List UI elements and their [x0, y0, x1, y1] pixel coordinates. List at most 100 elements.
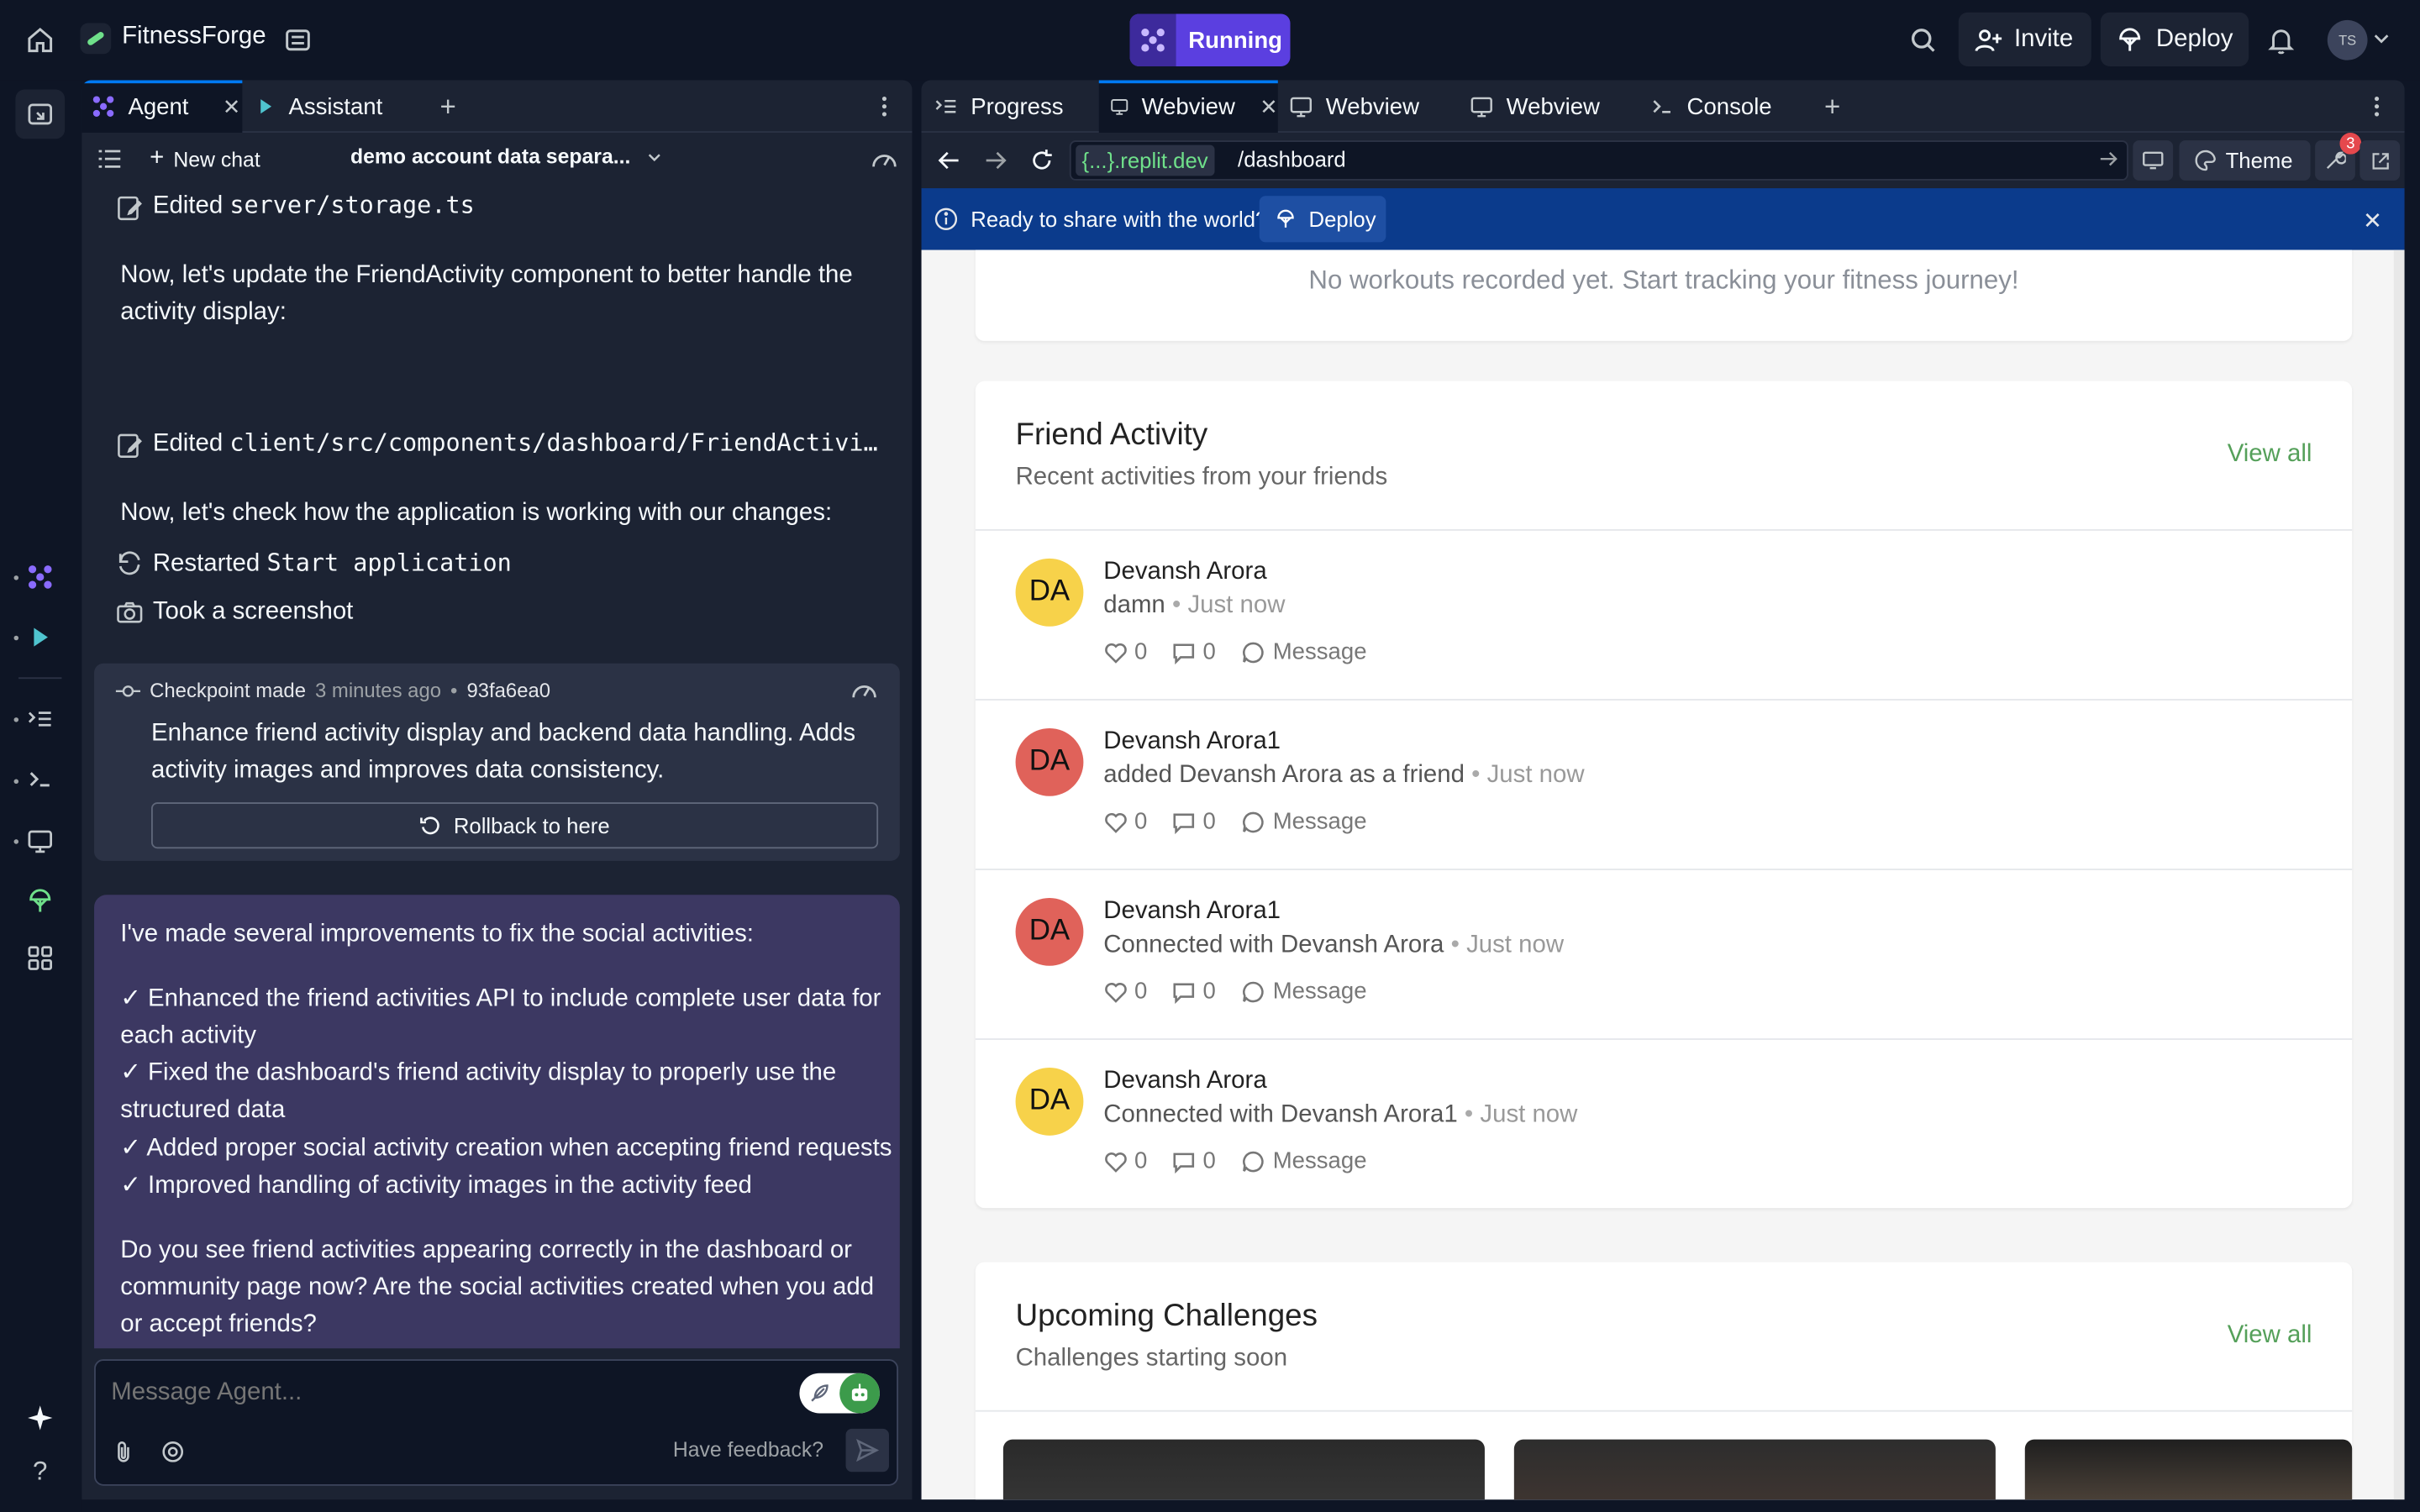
theme-button[interactable]: Theme — [2179, 140, 2311, 181]
deployments-icon[interactable] — [22, 883, 59, 920]
tab-assistant[interactable]: Assistant — [255, 81, 424, 133]
challenge-image[interactable] — [1002, 1439, 1485, 1500]
workflow-name[interactable]: Start application — [266, 549, 511, 577]
search-icon[interactable] — [1905, 22, 1942, 59]
home-icon[interactable] — [22, 22, 59, 59]
tab-agent[interactable]: Agent ✕ — [82, 80, 243, 133]
message-input[interactable] — [111, 1373, 760, 1414]
message-button[interactable]: Message — [1240, 978, 1367, 1005]
chat-history-icon[interactable] — [97, 146, 122, 171]
section-title: Friend Activity — [1015, 417, 1208, 453]
project-logo-icon[interactable] — [80, 23, 112, 55]
user-avatar[interactable]: DA — [1015, 1068, 1084, 1136]
comment-button[interactable]: 0 — [1172, 638, 1216, 665]
help-icon[interactable]: ? — [22, 1453, 59, 1490]
close-icon[interactable]: ✕ — [223, 93, 241, 119]
tab-webview[interactable]: Webview — [1289, 81, 1459, 133]
deploy-button[interactable]: Deploy — [2100, 12, 2249, 66]
console-icon[interactable] — [22, 761, 59, 798]
user-avatar[interactable]: DA — [1015, 558, 1084, 627]
files-toggle-icon[interactable] — [15, 89, 66, 139]
chat-title-dropdown[interactable]: demo account data separa... — [350, 145, 661, 168]
forward-icon[interactable] — [983, 148, 1007, 172]
comment-button[interactable]: 0 — [1172, 1148, 1216, 1174]
tab-label: Webview — [1506, 93, 1600, 120]
like-button[interactable]: 0 — [1103, 1148, 1147, 1174]
more-options-icon[interactable] — [2365, 94, 2389, 118]
left-tab-bar: Agent ✕ Assistant + — [82, 80, 913, 133]
user-name[interactable]: Devansh Arora — [1103, 559, 1266, 586]
agent-icon[interactable] — [22, 559, 59, 596]
challenge-image[interactable] — [1513, 1439, 1996, 1500]
close-icon[interactable]: ✕ — [1260, 93, 1278, 119]
user-name[interactable]: Devansh Arora1 — [1103, 898, 1281, 926]
url-domain[interactable]: {...}.replit.dev — [1076, 144, 1214, 176]
go-arrow-icon[interactable] — [2099, 150, 2118, 168]
workspace-layout-icon[interactable] — [279, 22, 316, 59]
mode-toggle[interactable] — [799, 1373, 880, 1414]
url-path[interactable]: /dashboard — [1238, 146, 1346, 171]
banner-deploy-button[interactable]: Deploy — [1259, 196, 1386, 243]
view-all-link[interactable]: View all — [2228, 441, 2312, 469]
user-avatar[interactable]: DA — [1015, 727, 1084, 796]
device-toggle-icon[interactable] — [2133, 140, 2174, 181]
feather-icon[interactable] — [799, 1373, 839, 1414]
user-name[interactable]: Devansh Arora1 — [1103, 728, 1281, 756]
more-options-icon[interactable] — [872, 94, 897, 118]
webview-content[interactable]: No workouts recorded yet. Start tracking… — [921, 249, 2405, 1500]
robot-icon[interactable] — [839, 1373, 880, 1414]
theme-label: Theme — [2225, 148, 2293, 173]
feedback-link[interactable]: Have feedback? — [673, 1438, 823, 1462]
user-name[interactable]: Devansh Arora — [1103, 1068, 1266, 1095]
challenge-image[interactable] — [2024, 1439, 2353, 1500]
tab-webview[interactable]: Webview — [1470, 81, 1639, 133]
sparkle-icon[interactable] — [22, 1399, 59, 1436]
view-all-link[interactable]: View all — [2228, 1322, 2312, 1350]
send-button[interactable] — [845, 1428, 889, 1473]
reload-icon[interactable] — [1029, 148, 1054, 172]
attach-icon[interactable] — [111, 1440, 135, 1464]
speed-gauge-icon[interactable] — [850, 677, 878, 701]
tab-console[interactable]: Console — [1649, 81, 1819, 133]
user-avatar[interactable]: DA — [1015, 897, 1084, 966]
message-button[interactable]: Message — [1240, 808, 1367, 835]
message-button[interactable]: Message — [1240, 638, 1367, 665]
avatar[interactable]: TS — [2327, 19, 2368, 60]
progress-icon[interactable] — [22, 701, 59, 738]
bell-icon[interactable] — [2263, 22, 2300, 59]
add-tab-icon[interactable]: + — [439, 81, 471, 133]
checkpoint-hash[interactable]: 93fa6ea0 — [466, 679, 550, 702]
webview-icon[interactable] — [22, 822, 59, 859]
scrollbar[interactable] — [2393, 249, 2405, 1500]
new-chat-button[interactable]: + New chat — [150, 145, 260, 173]
rollback-button[interactable]: Rollback to here — [151, 802, 879, 849]
speed-gauge-icon[interactable] — [871, 146, 898, 171]
message-button[interactable]: Message — [1240, 1148, 1367, 1174]
close-icon[interactable]: ✕ — [2363, 207, 2382, 234]
like-button[interactable]: 0 — [1103, 978, 1147, 1005]
chat-scroll-area[interactable]: Edited server/storage.ts Now, let's upda… — [82, 185, 912, 1349]
chevron-down-icon[interactable] — [2370, 28, 2392, 50]
back-icon[interactable] — [937, 148, 961, 172]
tab-webview-active[interactable]: Webview ✕ — [1098, 80, 1278, 133]
comment-button[interactable]: 0 — [1172, 978, 1216, 1005]
tab-progress[interactable]: Progress — [934, 81, 1094, 133]
edited-file-link[interactable]: client/src/components/dashboard/FriendAc… — [229, 429, 877, 457]
activity-actions: 0 0 Message — [1103, 978, 1367, 1005]
comment-button[interactable]: 0 — [1172, 808, 1216, 835]
settings-icon[interactable] — [160, 1440, 185, 1464]
url-bar[interactable]: {...}.replit.dev /dashboard — [1069, 140, 2128, 181]
like-button[interactable]: 0 — [1103, 638, 1147, 665]
chevron-down-icon — [647, 153, 660, 161]
running-button[interactable]: Running — [1129, 13, 1291, 66]
open-new-tab-icon[interactable] — [2360, 140, 2401, 181]
assistant-icon[interactable] — [22, 619, 59, 656]
invite-button[interactable]: Invite — [1958, 12, 2091, 66]
project-name[interactable]: FitnessForge — [122, 24, 266, 51]
edited-file-link[interactable]: server/storage.ts — [229, 192, 474, 219]
all-tools-icon[interactable] — [22, 940, 59, 977]
devtools-button[interactable]: 3 — [2315, 132, 2362, 181]
add-tab-icon[interactable]: + — [1824, 81, 1855, 133]
like-button[interactable]: 0 — [1103, 808, 1147, 835]
screenshot-action[interactable]: Took a screenshot — [153, 594, 354, 631]
